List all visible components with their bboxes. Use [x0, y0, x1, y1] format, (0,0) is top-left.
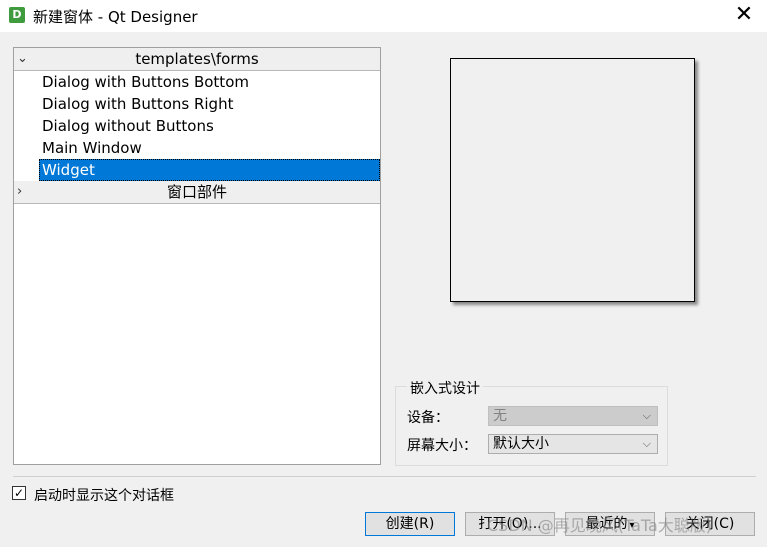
- tree-item-dialog-without-buttons[interactable]: Dialog without Buttons: [14, 115, 380, 137]
- window-title: 新建窗体 - Qt Designer: [33, 8, 198, 26]
- chevron-right-icon[interactable]: ›: [17, 181, 22, 203]
- template-tree[interactable]: ⌄ templates\forms Dialog with Buttons Bo…: [13, 47, 381, 465]
- chevron-down-icon[interactable]: ⌄: [17, 48, 28, 70]
- group-header-templates-forms[interactable]: ⌄ templates\forms: [14, 48, 380, 71]
- group-header-widgets[interactable]: › 窗口部件: [14, 181, 380, 204]
- window-close-button[interactable]: ✕: [721, 0, 767, 32]
- tree-item-widget[interactable]: Widget: [39, 159, 380, 181]
- title-bar: D 新建窗体 - Qt Designer ✕: [0, 0, 767, 32]
- close-icon: ✕: [734, 2, 754, 27]
- open-button[interactable]: 打开(O)...: [465, 512, 555, 536]
- recent-label: 最近的: [585, 516, 628, 532]
- checkmark-icon: ✓: [13, 486, 25, 500]
- divider: [13, 476, 756, 477]
- embedded-design-title: 嵌入式设计: [407, 378, 483, 398]
- device-value: 无: [493, 408, 507, 424]
- show-on-startup-checkbox[interactable]: ✓: [12, 486, 26, 500]
- group-label: templates\forms: [135, 50, 259, 68]
- create-button[interactable]: 创建(R): [365, 512, 455, 536]
- chevron-down-icon: ⌵: [642, 409, 651, 422]
- screen-size-select[interactable]: 默认大小 ⌵: [488, 434, 658, 454]
- qt-designer-app-icon: D: [9, 7, 25, 23]
- tree-item-dialog-buttons-right[interactable]: Dialog with Buttons Right: [14, 93, 380, 115]
- screen-size-label: 屏幕大小：: [407, 438, 477, 454]
- close-button[interactable]: 关闭(C): [665, 512, 755, 536]
- dropdown-arrow-icon: ▾: [629, 520, 635, 531]
- form-preview: [450, 58, 695, 302]
- device-label: 设备：: [407, 410, 449, 426]
- device-select[interactable]: 无 ⌵: [488, 406, 658, 426]
- chevron-down-icon: ⌵: [642, 437, 651, 450]
- group-label: 窗口部件: [166, 183, 227, 201]
- recent-button[interactable]: 最近的 ▾: [565, 512, 655, 536]
- tree-item-dialog-buttons-bottom[interactable]: Dialog with Buttons Bottom: [14, 71, 380, 93]
- show-on-startup-label[interactable]: 启动时显示这个对话框: [34, 485, 174, 505]
- tree-item-main-window[interactable]: Main Window: [14, 137, 380, 159]
- screen-size-value: 默认大小: [493, 436, 549, 452]
